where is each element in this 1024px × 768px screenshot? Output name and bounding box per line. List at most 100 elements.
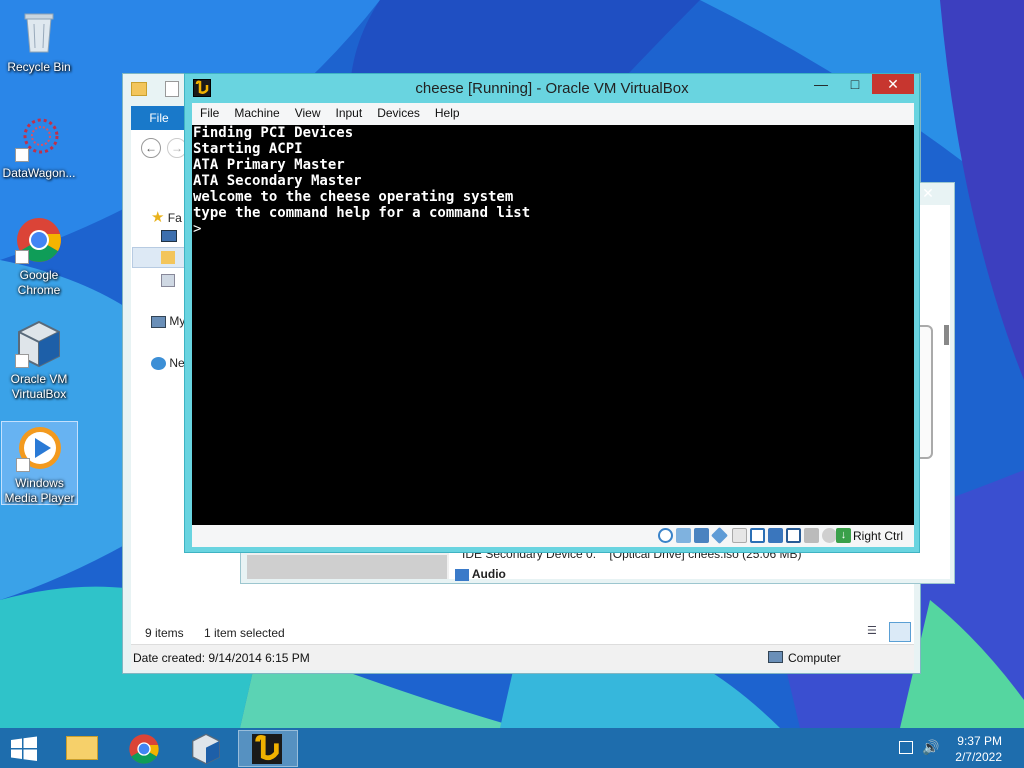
volume-tray-icon[interactable]: 🔊 <box>922 739 939 756</box>
audio-icon <box>455 568 469 581</box>
virtualbox-icon <box>192 733 220 765</box>
network-icon <box>151 357 166 371</box>
mouse-integration-icon[interactable] <box>822 528 837 543</box>
chrome-taskbar-button[interactable] <box>114 730 174 767</box>
large-icons-view-button[interactable] <box>889 622 911 642</box>
system-clock[interactable]: 9:37 PM 2/7/2022 <box>955 733 1002 765</box>
computer-location-icon <box>768 651 783 663</box>
nav-favorites-label: Fa <box>167 211 182 225</box>
start-button[interactable] <box>0 730 48 767</box>
close-button[interactable]: ✕ <box>872 74 914 94</box>
chrome-icon <box>129 734 159 764</box>
settings-scrollbar[interactable] <box>944 325 949 345</box>
explorer-status-bar: 9 items 1 item selected ☰ <box>131 614 914 642</box>
date-created: Date created: 9/14/2014 6:15 PM <box>133 651 310 665</box>
nav-favorites[interactable]: ★ Fa <box>151 208 182 226</box>
desktop-icon-recycle-bin[interactable]: Recycle Bin <box>0 6 78 75</box>
console-line: Finding PCI Devices <box>193 125 354 141</box>
shortcut-arrow-icon <box>15 250 29 264</box>
media-player-icon <box>15 424 64 472</box>
shortcut-arrow-icon <box>15 148 29 162</box>
vm-menu-bar: File Machine View Input Devices Help <box>192 103 914 125</box>
menu-view[interactable]: View <box>287 103 328 120</box>
optical-drive-icon[interactable] <box>658 528 673 543</box>
settings-sidebar <box>247 555 447 579</box>
console-line: ATA Primary Master <box>193 157 345 173</box>
settings-audio-header: Audio <box>455 567 506 581</box>
star-icon: ★ <box>151 209 165 226</box>
maximize-button[interactable]: □ <box>838 74 872 94</box>
explorer-titlebar-icons <box>131 80 191 98</box>
desktop-icon-media-player[interactable]: Windows Media Player <box>1 421 78 505</box>
nav-my-computer[interactable]: My <box>151 314 185 328</box>
vm-console-screen[interactable]: Finding PCI Devices Starting ACPI ATA Prim… <box>192 125 914 525</box>
network-tray-icon[interactable] <box>899 741 913 754</box>
menu-input[interactable]: Input <box>328 103 370 120</box>
shortcut-arrow-icon <box>15 458 30 472</box>
console-line: welcome to the cheese operating system <box>193 189 514 205</box>
desktop-icon-datawagon[interactable]: DataWagon... <box>0 112 78 181</box>
properties-icon <box>165 81 179 97</box>
selected-count: 1 item selected <box>204 626 285 640</box>
folder-icon <box>131 82 147 96</box>
desktop-icon-label: Recycle Bin <box>7 60 71 74</box>
desktop-icon-label: Oracle VM VirtualBox <box>10 372 68 401</box>
video-capture-icon[interactable] <box>768 528 783 543</box>
display-icon[interactable] <box>750 528 765 543</box>
audio-icon[interactable] <box>676 528 691 543</box>
back-button[interactable]: ← <box>141 138 161 158</box>
usb-icon[interactable] <box>711 527 728 544</box>
downloads-icon <box>161 251 175 264</box>
clock-time: 9:37 PM <box>957 734 1002 748</box>
file-explorer-taskbar-button[interactable] <box>52 730 112 767</box>
hard-disk-icon[interactable] <box>786 528 801 543</box>
menu-help[interactable]: Help <box>427 103 467 120</box>
item-count: 9 items <box>145 626 184 640</box>
desktop-icon-label: Google Chrome <box>17 268 61 297</box>
menu-file[interactable]: File <box>192 103 226 120</box>
cpu-icon[interactable] <box>804 528 819 543</box>
nav-downloads-item[interactable] <box>132 247 188 268</box>
desktop-icon-label: DataWagon... <box>2 166 76 180</box>
details-view-button[interactable]: ☰ <box>867 624 885 640</box>
nav-my-label: My <box>169 314 186 328</box>
console-line: type the command help for a command list <box>193 205 531 221</box>
vm-titlebar[interactable]: cheese [Running] - Oracle VM VirtualBox … <box>185 74 919 102</box>
vm-status-bar: ↓ Right Ctrl <box>192 525 914 547</box>
virtualbox-taskbar-button[interactable] <box>176 730 236 767</box>
virtualbox-icon <box>15 320 63 368</box>
desktop-icon-chrome[interactable]: Google Chrome <box>0 214 78 298</box>
desktop-icon-label: Windows Media Player <box>4 476 75 505</box>
explorer-details-bar: Date created: 9/14/2014 6:15 PM Computer <box>131 644 914 670</box>
cheese-vm-taskbar-button[interactable] <box>238 730 298 767</box>
taskbar: 🔊 9:37 PM 2/7/2022 <box>0 728 1024 768</box>
windows-logo-icon <box>11 736 37 761</box>
menu-machine[interactable]: Machine <box>226 103 286 120</box>
folder-icon <box>66 736 98 760</box>
host-key-icon[interactable]: ↓ <box>836 528 851 543</box>
nav-desktop-item[interactable] <box>161 230 177 242</box>
network-icon[interactable] <box>694 528 709 543</box>
virtualbox-vm-window[interactable]: cheese [Running] - Oracle VM VirtualBox … <box>184 73 920 553</box>
desktop-icon-virtualbox[interactable]: Oracle VM VirtualBox <box>0 318 78 402</box>
clock-date: 2/7/2022 <box>955 750 1002 764</box>
host-key-label: Right Ctrl <box>853 529 904 543</box>
chrome-icon <box>15 216 63 264</box>
menu-devices[interactable]: Devices <box>369 103 427 120</box>
ribbon-file-tab[interactable]: File <box>131 106 187 130</box>
settings-close-button[interactable]: ✕ <box>918 185 938 203</box>
console-line: Starting ACPI <box>193 141 303 157</box>
cheese-app-icon <box>252 734 282 764</box>
nav-network-label: Ne <box>169 356 185 370</box>
console-prompt: > <box>193 221 202 237</box>
console-line: ATA Secondary Master <box>193 173 362 189</box>
location-label: Computer <box>788 651 841 665</box>
recycle-bin-icon <box>15 8 63 56</box>
nav-recent-item[interactable] <box>161 274 175 287</box>
shortcut-arrow-icon <box>15 354 29 368</box>
shared-folder-icon[interactable] <box>732 528 747 543</box>
nav-network[interactable]: Ne <box>151 356 185 371</box>
datawagon-icon <box>15 114 63 162</box>
computer-icon <box>151 315 166 328</box>
minimize-button[interactable]: — <box>804 74 838 94</box>
